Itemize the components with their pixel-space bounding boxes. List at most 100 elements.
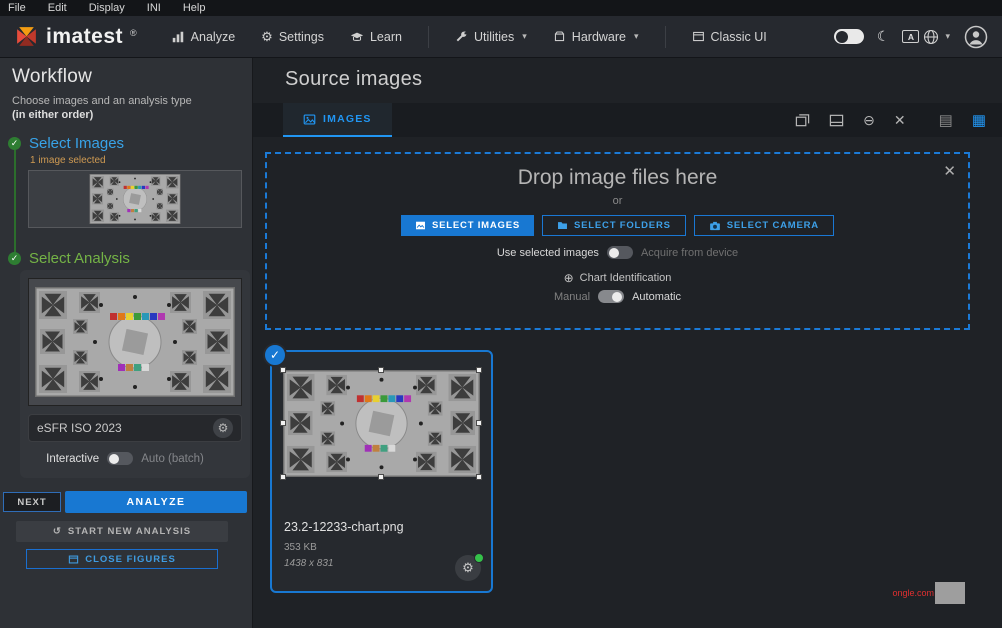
automatic-label: Automatic [632,291,681,303]
globe-icon [923,29,939,45]
selection-handle[interactable] [378,367,384,373]
image-dimensions: 1438 x 831 [284,558,334,569]
analysis-preset-label: eSFR ISO 2023 [37,421,213,435]
drop-zone[interactable]: ✕ Drop image files here or SELECT IMAGES… [265,152,970,330]
toolbar-divider [428,26,429,48]
image-icon [303,113,316,126]
selection-handle[interactable] [280,474,286,480]
menu-file[interactable]: File [8,2,26,14]
person-icon [964,25,988,49]
auto-batch-label: Auto (batch) [141,453,204,465]
select-folders-label: SELECT FOLDERS [574,220,671,231]
analyze-button[interactable]: ANALYZE [65,491,247,513]
camera-icon [709,220,721,232]
app-toolbar: imatest ® Analyze ⚙ Settings Learn Utili… [0,16,1002,58]
use-selected-images-label: Use selected images [497,247,599,259]
interactive-mode-row: Interactive Auto (batch) [0,452,250,465]
watermark-text: ongle.com [892,588,934,598]
interactive-label: Interactive [46,453,99,465]
chart-id-mode-row: Manual Automatic [554,290,681,303]
tab-images-label: IMAGES [323,113,372,125]
graduation-cap-icon [350,30,364,44]
select-camera-button[interactable]: SELECT CAMERA [694,215,834,236]
acquire-mode-row: Use selected images Acquire from device [497,246,738,259]
window-icon [68,554,79,565]
toggle-knob [609,248,619,258]
close-figures-button[interactable]: CLOSE FIGURES [26,549,218,569]
list-view-icon[interactable]: ▤ [939,111,953,129]
nav-hardware[interactable]: Hardware ▾ [553,30,639,44]
nav-learn[interactable]: Learn [350,30,402,44]
nav-utilities-label: Utilities [474,30,514,44]
selection-handle[interactable] [378,474,384,480]
menu-ini[interactable]: INI [147,2,161,14]
selection-handle[interactable] [476,420,482,426]
hardware-box-icon [553,30,566,43]
next-button[interactable]: NEXT [3,492,61,512]
theme-toggle[interactable] [834,29,864,44]
acquire-from-device-label: Acquire from device [641,247,738,259]
watermark: ongle.com [892,582,965,604]
brand-name: imatest [46,25,123,49]
workflow-subtitle: Choose images and an analysis type [12,95,192,107]
image-icon [415,220,426,231]
test-chart-image[interactable] [283,370,480,477]
selected-image-thumbnail[interactable] [28,170,242,228]
workflow-step-connector [14,150,16,256]
image-card[interactable]: ✓ 23.2-12233-chart.png 353 KB 1438 x 831… [270,350,493,593]
nav-settings[interactable]: ⚙ Settings [261,29,324,45]
analysis-preset-select[interactable]: eSFR ISO 2023 ⚙ [28,414,242,442]
folder-icon [557,220,568,231]
analysis-preview-thumbnail[interactable] [28,278,242,406]
grid-view-icon[interactable]: ▦ [972,111,986,129]
select-images-title: Select Images [29,135,124,152]
deselect-all-icon[interactable]: ⊖ [863,112,875,129]
check-circle-icon: ✓ [8,137,21,150]
imatest-logo: imatest ® [14,24,137,49]
nav-learn-label: Learn [370,30,402,44]
nav-classic-ui[interactable]: Classic UI [692,30,767,44]
language-selector[interactable]: A ▾ [902,29,950,45]
select-images-step[interactable]: ✓ Select Images [8,135,124,152]
user-avatar[interactable] [963,24,988,49]
toggle-knob [612,292,622,302]
interactive-toggle[interactable] [107,452,133,465]
tab-images[interactable]: IMAGES [283,103,392,137]
select-analysis-title: Select Analysis [29,250,130,267]
start-new-analysis-button[interactable]: ↺ START NEW ANALYSIS [16,521,228,542]
nav-analyze[interactable]: Analyze [171,30,235,44]
menu-display[interactable]: Display [89,2,125,14]
remove-images-icon[interactable]: ✕ [894,112,906,129]
select-analysis-step[interactable]: ✓ Select Analysis [8,250,130,267]
select-folders-button[interactable]: SELECT FOLDERS [542,215,686,236]
selected-check-badge[interactable]: ✓ [263,343,287,367]
menu-edit[interactable]: Edit [48,2,67,14]
card-view-icon[interactable] [829,113,844,128]
selection-handle[interactable] [280,367,286,373]
preset-settings-button[interactable]: ⚙ [213,418,233,438]
page-title: Source images [285,68,422,91]
select-images-button[interactable]: SELECT IMAGES [401,215,534,236]
selection-handle[interactable] [476,474,482,480]
manual-label: Manual [554,291,590,303]
chevron-down-icon: ▾ [522,31,527,42]
bar-chart-icon [171,30,185,44]
check-circle-icon: ✓ [8,252,21,265]
image-stack-icon[interactable] [795,113,810,128]
menu-help[interactable]: Help [183,2,206,14]
toolbar-divider [665,26,666,48]
select-images-label: SELECT IMAGES [432,220,520,231]
selection-handle[interactable] [280,420,286,426]
gear-icon: ⚙ [218,421,229,435]
tab-strip: IMAGES ⊖ ✕ ▤ ▦ [253,103,1002,137]
nav-analyze-label: Analyze [191,30,235,44]
theme-toggle-knob [836,31,848,43]
chevron-down-icon: ▾ [945,31,950,42]
dropzone-close-icon[interactable]: ✕ [943,162,956,180]
language-icon: A [902,30,919,43]
chart-id-toggle[interactable] [598,290,624,303]
acquire-toggle[interactable] [607,246,633,259]
dropzone-title: Drop image files here [518,166,718,190]
selection-handle[interactable] [476,367,482,373]
nav-utilities[interactable]: Utilities ▾ [455,30,527,44]
